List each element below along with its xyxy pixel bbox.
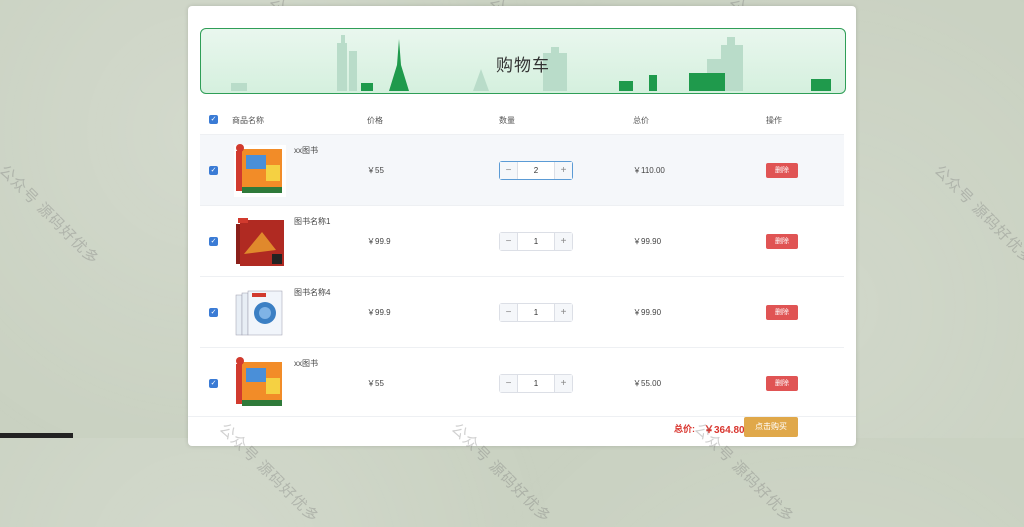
product-price: ￥55	[367, 166, 384, 175]
quantity-input[interactable]: 1	[518, 233, 554, 250]
delete-button[interactable]: 删除	[766, 163, 798, 178]
quantity-stepper: − 1 +	[499, 232, 573, 251]
quantity-input[interactable]: 1	[518, 375, 554, 392]
quantity-stepper: − 2 +	[499, 161, 573, 180]
product-name[interactable]: xx图书	[294, 358, 318, 369]
delete-button[interactable]: 删除	[766, 376, 798, 391]
header-qty: 数量	[499, 116, 515, 125]
table-row: ✓ 图书名称1 ￥99.9 − 1 + ￥99.90 删除	[200, 205, 844, 276]
header-price: 价格	[367, 116, 383, 125]
quantity-stepper: − 1 +	[499, 303, 573, 322]
table-row: ✓ xx图书 ￥55 − 2 + ￥110.00 删除	[200, 134, 844, 205]
delete-button[interactable]: 删除	[766, 234, 798, 249]
increase-button[interactable]: +	[554, 233, 572, 250]
product-name[interactable]: 图书名称1	[294, 216, 330, 227]
decrease-button[interactable]: −	[500, 375, 518, 392]
row-total: ￥99.90	[633, 308, 662, 317]
row-total: ￥110.00	[633, 166, 665, 175]
decrease-button[interactable]: −	[500, 233, 518, 250]
table-row: ✓ xx图书 ￥55 − 1 + ￥55.00 删除	[200, 347, 844, 418]
row-checkbox[interactable]: ✓	[209, 166, 218, 175]
book-thumbnail	[234, 144, 286, 197]
table-header: ✓ 商品名称 价格 数量 总价 操作	[200, 106, 844, 134]
book-thumbnail	[234, 216, 286, 268]
product-price: ￥99.9	[367, 308, 391, 317]
cart-table: ✓ 商品名称 价格 数量 总价 操作 ✓ xx图书 ￥55 − 2 + ￥110…	[200, 106, 844, 418]
row-checkbox[interactable]: ✓	[209, 379, 218, 388]
product-price: ￥55	[367, 379, 384, 388]
row-checkbox[interactable]: ✓	[209, 308, 218, 317]
quantity-input[interactable]: 2	[518, 162, 554, 179]
cart-footer: 总价: ￥364.80 点击购买	[188, 416, 856, 447]
cart-card: 购物车 ✓ 商品名称 价格 数量 总价 操作 ✓ xx图书 ￥55 − 2 + …	[188, 6, 856, 446]
watermark-text: 公众号 源码好优多	[0, 162, 103, 269]
table-row: ✓ 图书名称4 ￥99.9 − 1 + ￥99.90 删除	[200, 276, 844, 347]
quantity-stepper: − 1 +	[499, 374, 573, 393]
book-thumbnail	[234, 357, 286, 410]
product-name[interactable]: 图书名称4	[294, 287, 330, 298]
page-title: 购物车	[496, 56, 550, 75]
sum-value: ￥364.80	[704, 425, 745, 436]
cart-banner: 购物车	[200, 28, 846, 94]
increase-button[interactable]: +	[554, 375, 572, 392]
header-name: 商品名称	[232, 116, 264, 125]
increase-button[interactable]: +	[554, 304, 572, 321]
row-total: ￥55.00	[633, 379, 662, 388]
watermark-text: 公众号 源码好优多	[930, 162, 1024, 269]
row-checkbox[interactable]: ✓	[209, 237, 218, 246]
buy-button[interactable]: 点击购买	[744, 417, 798, 437]
row-total: ￥99.90	[633, 237, 662, 246]
delete-button[interactable]: 删除	[766, 305, 798, 320]
product-name[interactable]: xx图书	[294, 145, 318, 156]
header-total: 总价	[633, 116, 649, 125]
increase-button[interactable]: +	[554, 162, 572, 179]
decrease-button[interactable]: −	[500, 162, 518, 179]
product-price: ￥99.9	[367, 237, 391, 246]
taskbar-fragment	[0, 433, 73, 438]
book-thumbnail	[234, 287, 286, 339]
select-all-checkbox[interactable]: ✓	[209, 115, 218, 124]
sum-label: 总价:	[674, 424, 695, 434]
quantity-input[interactable]: 1	[518, 304, 554, 321]
header-action: 操作	[766, 116, 782, 125]
decrease-button[interactable]: −	[500, 304, 518, 321]
